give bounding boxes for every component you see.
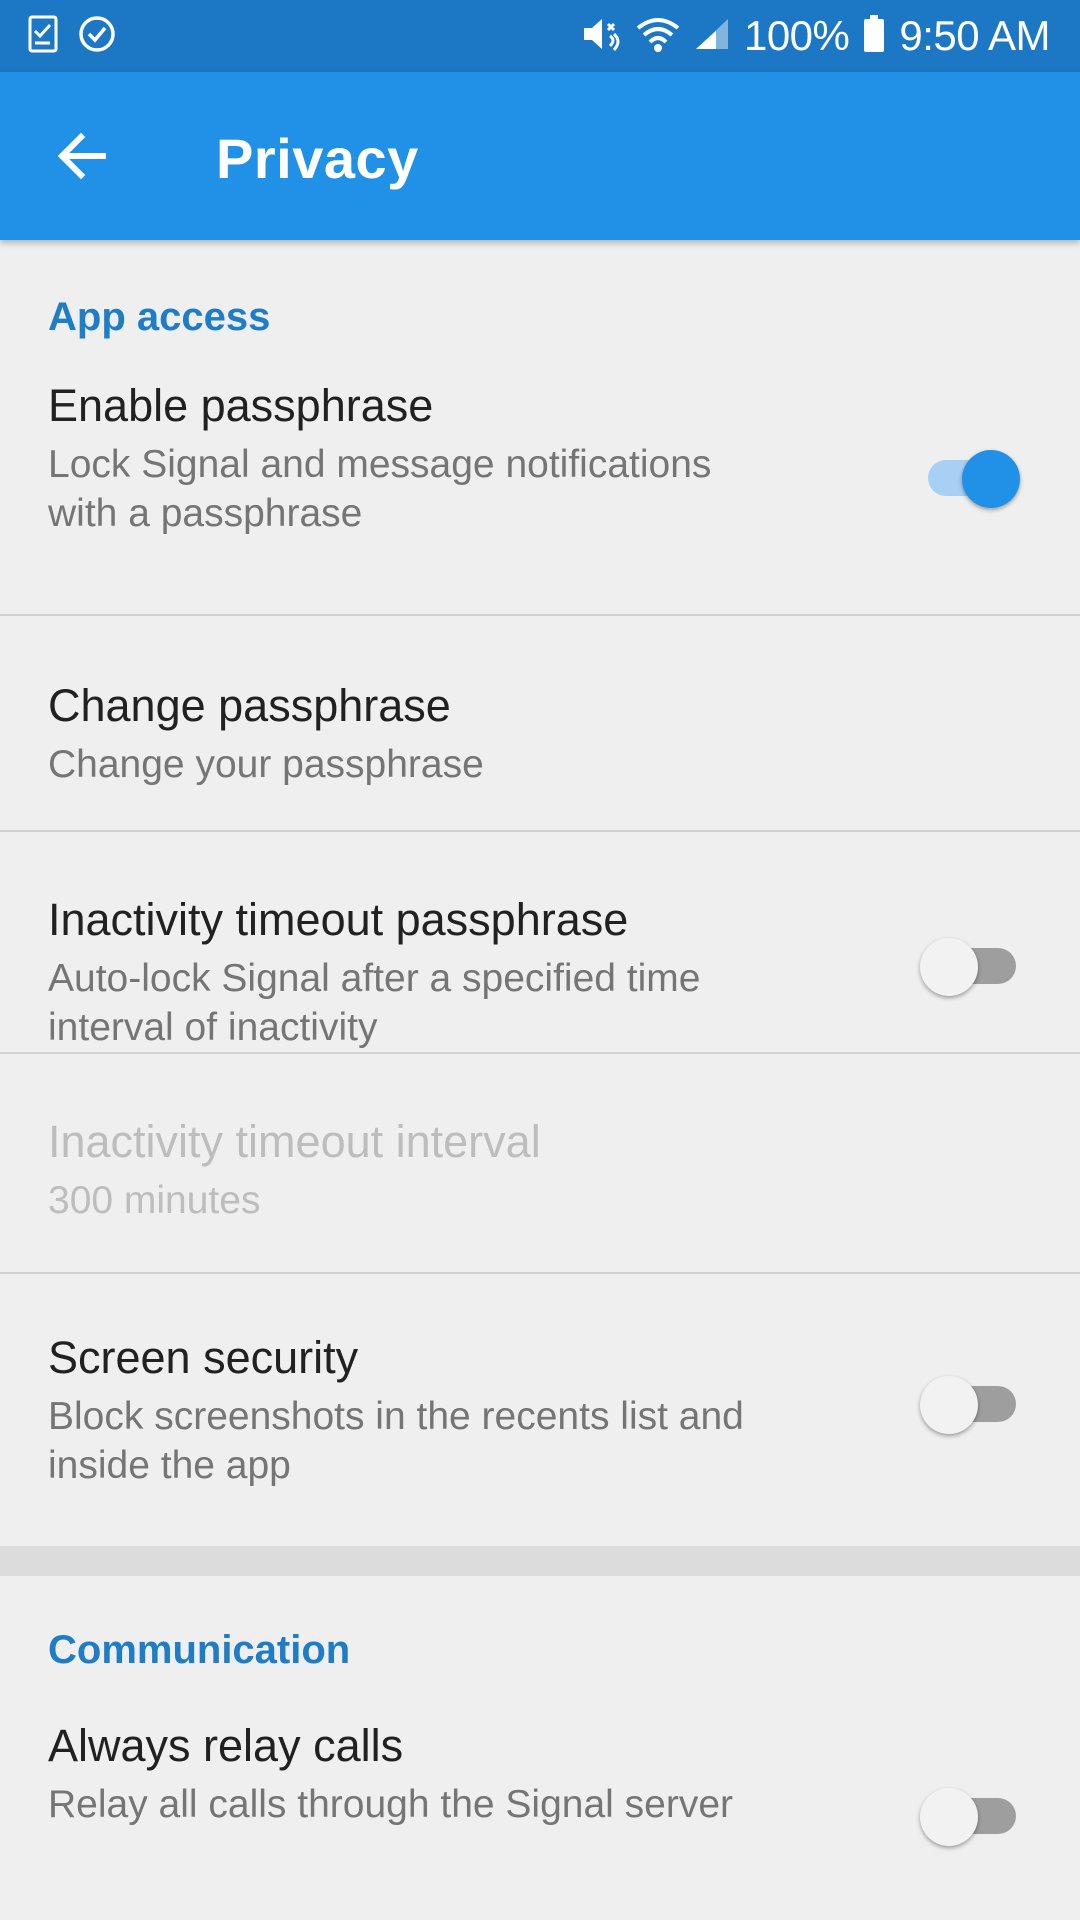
wifi-icon [636,16,680,57]
preferences-list: App access Enable passphrase Lock Signal… [0,240,1080,1916]
signal-icon [694,17,730,56]
battery-icon [863,14,885,58]
status-bar-right: 100% 9:50 AM [566,12,1050,60]
switch-thumb [962,450,1020,508]
battery-percent: 100% [743,12,850,59]
switch-thumb [920,938,978,996]
pref-summary: Block screenshots in the recents list an… [48,1395,744,1438]
clock: 9:50 AM [899,12,1050,59]
category-header-communication: Communication [48,1628,351,1672]
pref-change-passphrase[interactable]: Change passphrase Change your passphrase [0,616,1080,832]
pref-title: Change passphrase [48,680,451,731]
enable-passphrase-switch[interactable] [920,448,1020,508]
pref-inactivity-timeout-interval: Inactivity timeout interval 300 minutes [0,1054,1080,1274]
pref-inactivity-timeout-passphrase[interactable]: Inactivity timeout passphrase Auto-lock … [0,832,1080,1054]
pref-title: Inactivity timeout interval [48,1116,541,1167]
pref-summary: Auto-lock Signal after a specified time [48,957,701,1000]
pref-summary: inside the app [48,1444,291,1487]
category-header-app-access: App access [48,295,271,339]
check-circle-icon [78,15,116,58]
back-button[interactable] [40,116,124,200]
section-divider [0,1546,1080,1576]
switch-thumb [920,1376,978,1434]
task-check-icon [28,15,58,58]
pref-title: Inactivity timeout passphrase [48,894,629,945]
pref-always-relay-calls[interactable]: Always relay calls Relay all calls throu… [0,1716,1080,1916]
app-bar: Privacy [0,72,1080,240]
pref-title: Always relay calls [48,1720,404,1771]
pref-summary: Lock Signal and message notifications [48,443,712,486]
arrow-left-icon [57,131,107,186]
pref-summary: interval of inactivity [48,1006,378,1049]
pref-enable-passphrase[interactable]: Enable passphrase Lock Signal and messag… [0,370,1080,616]
mute-vibrate-icon [580,14,622,59]
status-bar: 100% 9:50 AM [0,0,1080,72]
pref-summary: Change your passphrase [48,743,484,786]
page-title: Privacy [216,127,419,190]
pref-summary: 300 minutes [48,1179,261,1222]
relay-calls-switch[interactable] [920,1786,1020,1846]
pref-title: Enable passphrase [48,380,434,431]
pref-screen-security[interactable]: Screen security Block screenshots in the… [0,1274,1080,1546]
pref-summary: with a passphrase [48,492,363,535]
switch-thumb [920,1788,978,1846]
inactivity-timeout-switch[interactable] [920,936,1020,996]
pref-summary: Relay all calls through the Signal serve… [48,1783,734,1826]
status-bar-left [28,15,136,58]
pref-title: Screen security [48,1332,359,1383]
screen-security-switch[interactable] [920,1374,1020,1434]
